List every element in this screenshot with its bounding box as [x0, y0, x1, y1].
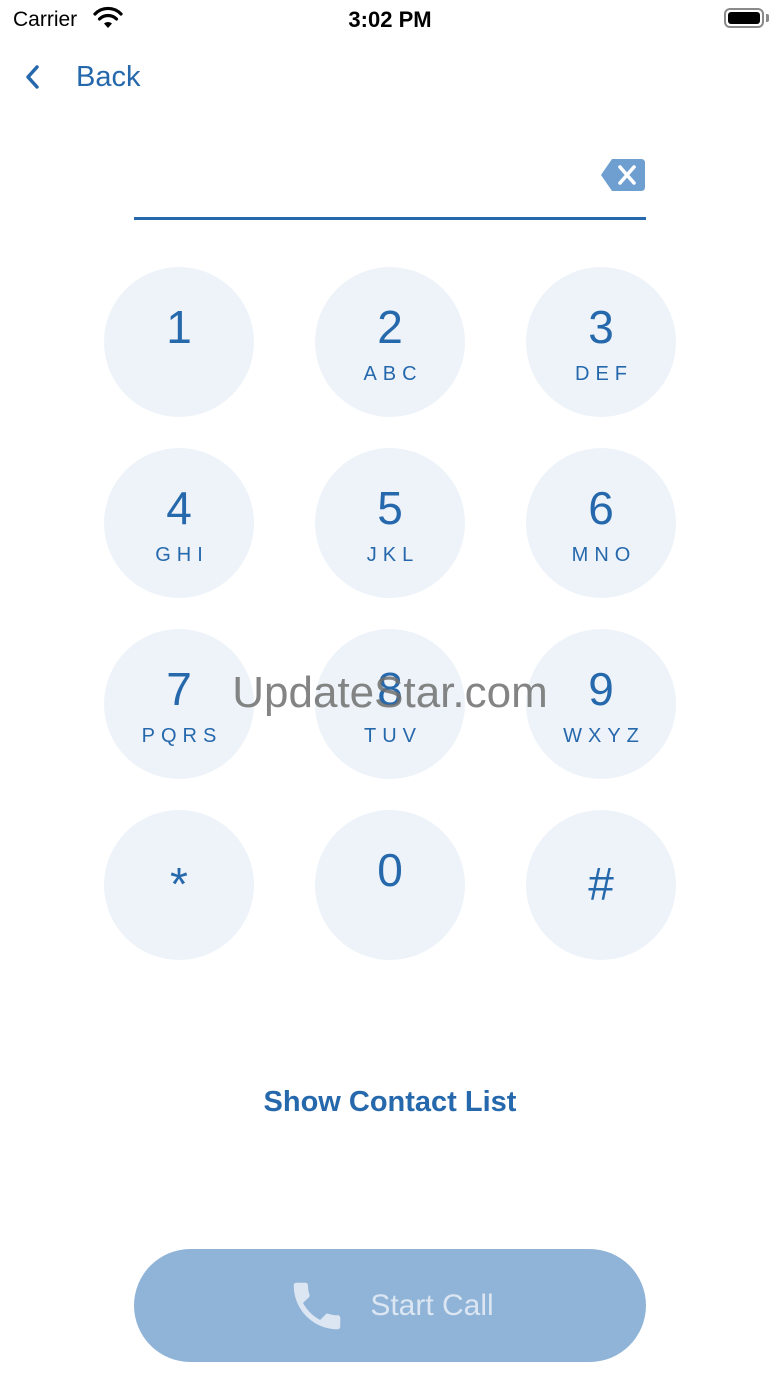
start-call-button[interactable]: Start Call	[134, 1249, 646, 1362]
key-2[interactable]: 2 ABC	[315, 267, 465, 417]
key-digit: 8	[377, 663, 403, 715]
key-letters: JKL	[366, 544, 420, 566]
key-digit: 6	[588, 482, 614, 534]
key-digit: 1	[166, 301, 192, 353]
key-digit: #	[588, 858, 614, 910]
key-letters: ABC	[363, 363, 423, 385]
key-letters: DEF	[575, 363, 633, 385]
status-bar: Carrier 3:02 PM	[0, 0, 780, 40]
start-call-label: Start Call	[370, 1288, 494, 1322]
back-button[interactable]: Back	[24, 54, 140, 100]
key-letters: GHI	[155, 544, 209, 566]
chevron-left-icon	[24, 57, 54, 97]
phone-number-field[interactable]	[134, 140, 646, 220]
key-letters: WXYZ	[563, 725, 645, 747]
key-digit: 9	[588, 663, 614, 715]
key-4[interactable]: 4 GHI	[104, 448, 254, 598]
show-contact-list-button[interactable]: Show Contact List	[0, 1086, 780, 1119]
key-7[interactable]: 7 PQRS	[104, 629, 254, 779]
key-digit: 7	[166, 663, 192, 715]
delete-button[interactable]	[600, 157, 646, 193]
status-time: 3:02 PM	[348, 7, 432, 32]
battery-icon	[724, 8, 764, 28]
key-letters: PQRS	[141, 725, 223, 747]
key-star[interactable]: *	[104, 810, 254, 960]
key-9[interactable]: 9 WXYZ	[526, 629, 676, 779]
backspace-icon	[600, 159, 646, 197]
key-digit: 2	[377, 301, 403, 353]
key-hash[interactable]: #	[526, 810, 676, 960]
key-0[interactable]: 0	[315, 810, 465, 960]
key-6[interactable]: 6 MNO	[526, 448, 676, 598]
battery-tip	[766, 14, 769, 22]
key-letters: TUV	[364, 725, 422, 747]
key-letters: MNO	[571, 544, 637, 566]
key-1[interactable]: 1	[104, 267, 254, 417]
key-digit: 5	[377, 482, 403, 534]
phone-icon	[286, 1275, 348, 1337]
key-5[interactable]: 5 JKL	[315, 448, 465, 598]
key-8[interactable]: 8 TUV	[315, 629, 465, 779]
key-digit: 0	[377, 844, 403, 896]
back-label: Back	[76, 60, 141, 93]
key-digit: 3	[588, 301, 614, 353]
key-digit: *	[170, 858, 188, 910]
key-3[interactable]: 3 DEF	[526, 267, 676, 417]
key-digit: 4	[166, 482, 192, 534]
